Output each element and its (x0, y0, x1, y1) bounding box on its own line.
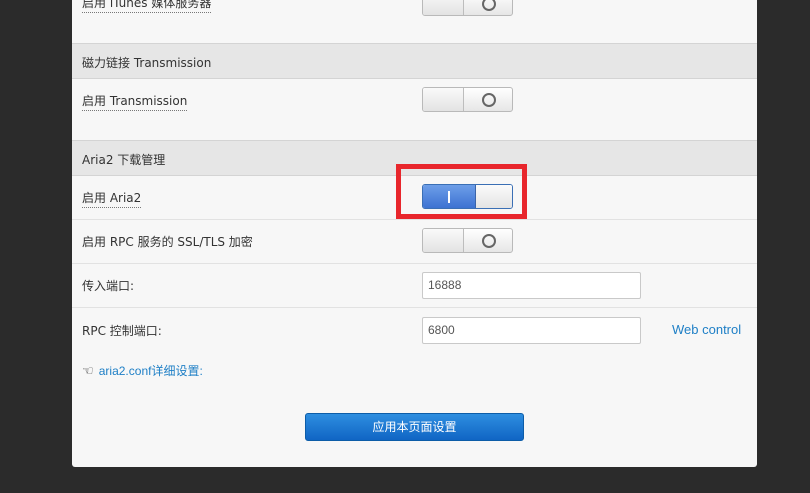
aria2-section-title: Aria2 下载管理 (82, 153, 166, 167)
itunes-label: 启用 iTunes 媒体服务器 (82, 0, 212, 13)
transmission-toggle[interactable] (422, 87, 513, 112)
highlight-box (396, 164, 527, 219)
settings-panel: 启用 iTunes 媒体服务器 磁力链接 Transmission 启用 Tra… (72, 0, 757, 467)
rpc-port-row: RPC 控制端口: 6800 Web control (72, 308, 757, 351)
transmission-section-title: 磁力链接 Transmission (82, 56, 212, 70)
aria2-conf-link[interactable]: aria2.conf详细设置: (99, 364, 203, 378)
rpc-port-input[interactable]: 6800 (422, 317, 641, 344)
pointing-hand-icon: ☜ (82, 364, 94, 379)
toggle-circle-icon (482, 234, 496, 248)
itunes-row: 启用 iTunes 媒体服务器 (72, 0, 757, 43)
transmission-row: 启用 Transmission (72, 79, 757, 140)
web-control-link[interactable]: Web control (672, 322, 741, 337)
toggle-off-half (423, 88, 464, 111)
aria2-ssl-row: 启用 RPC 服务的 SSL/TLS 加密 (72, 220, 757, 264)
aria2-ssl-label: 启用 RPC 服务的 SSL/TLS 加密 (82, 235, 253, 249)
aria2-enable-label: 启用 Aria2 (82, 189, 142, 208)
aria2-ssl-toggle[interactable] (422, 228, 513, 253)
itunes-toggle[interactable] (422, 0, 513, 16)
toggle-off-half (423, 0, 464, 15)
incoming-port-input[interactable]: 16888 (422, 272, 641, 299)
incoming-port-row: 传入端口: 16888 (72, 264, 757, 308)
toggle-off-half (423, 229, 464, 252)
conf-link-row: ☜ aria2.conf详细设置: (82, 360, 203, 379)
toggle-circle-icon (482, 93, 496, 107)
incoming-port-label: 传入端口: (82, 279, 135, 293)
rpc-port-label: RPC 控制端口: (82, 324, 162, 338)
transmission-enable-label: 启用 Transmission (82, 92, 188, 111)
toggle-circle-icon (482, 0, 496, 11)
transmission-section-header: 磁力链接 Transmission (72, 43, 757, 79)
apply-settings-button[interactable]: 应用本页面设置 (305, 413, 524, 441)
